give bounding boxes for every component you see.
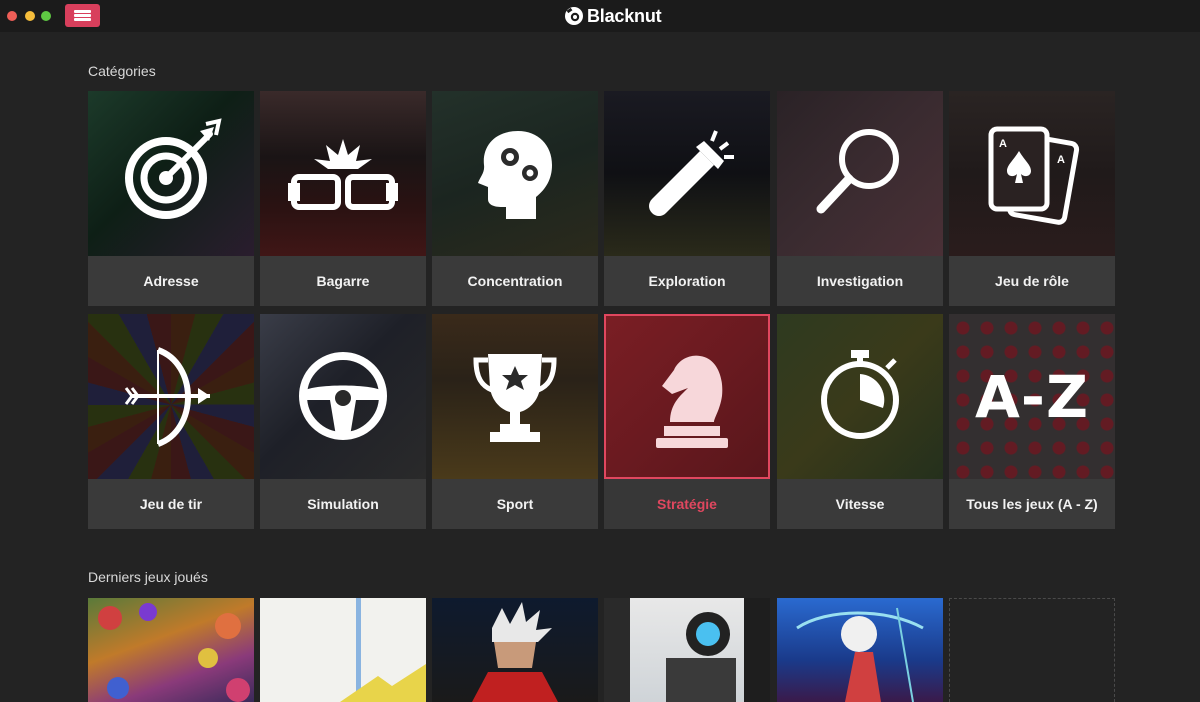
chess-knight-icon — [656, 355, 728, 448]
category-image — [88, 314, 254, 479]
game-artwork — [472, 602, 558, 702]
cards-icon: A A — [988, 126, 1080, 225]
category-tile-simulation[interactable]: Simulation — [260, 314, 426, 529]
game-artwork — [604, 598, 770, 702]
category-label: Stratégie — [604, 479, 770, 529]
category-tile-jeu-de-tir[interactable]: Jeu de tir — [88, 314, 254, 529]
menu-button[interactable] — [65, 4, 100, 27]
category-tile-bagarre[interactable]: Bagarre — [260, 91, 426, 306]
app-logo[interactable]: Blacknut — [564, 5, 662, 27]
category-image — [777, 91, 943, 256]
recent-game-thumbnail[interactable] — [604, 598, 770, 702]
blacknut-logo-icon — [565, 7, 583, 25]
game-artwork — [98, 603, 250, 702]
category-label: Adresse — [88, 256, 254, 306]
stopwatch-icon — [821, 350, 899, 439]
category-image — [604, 91, 770, 256]
category-label: Exploration — [604, 256, 770, 306]
category-tile-vitesse[interactable]: Vitesse — [777, 314, 943, 529]
category-image — [432, 314, 598, 479]
category-image — [260, 314, 426, 479]
recent-game-thumbnail[interactable] — [432, 598, 598, 702]
category-image — [604, 314, 770, 479]
recent-game-empty-slot — [949, 598, 1115, 702]
category-tile-tous-les-jeux[interactable]: A-Z Tous les jeux (A - Z) — [949, 314, 1115, 529]
category-label: Tous les jeux (A - Z) — [949, 479, 1115, 529]
app-title: Blacknut — [587, 5, 662, 26]
category-image: A-Z — [949, 314, 1115, 479]
category-tile-strategie[interactable]: Stratégie — [604, 314, 770, 529]
category-label: Sport — [432, 479, 598, 529]
recent-games-heading: Derniers jeux joués — [88, 569, 208, 585]
steering-wheel-icon — [299, 352, 387, 440]
category-image — [777, 314, 943, 479]
game-artwork — [796, 607, 924, 702]
category-label: Simulation — [260, 479, 426, 529]
categories-heading: Catégories — [88, 63, 156, 79]
category-tile-sport[interactable]: Sport — [432, 314, 598, 529]
svg-text:A: A — [1057, 154, 1065, 166]
category-tile-jeu-de-role[interactable]: A A Jeu de rôle — [949, 91, 1115, 306]
category-image — [432, 91, 598, 256]
bow-arrow-icon — [124, 347, 210, 447]
category-tile-investigation[interactable]: Investigation — [777, 91, 943, 306]
category-tile-concentration[interactable]: Concentration — [432, 91, 598, 306]
category-label: Investigation — [777, 256, 943, 306]
category-label: Bagarre — [260, 256, 426, 306]
target-icon — [125, 118, 222, 219]
category-label: Jeu de tir — [88, 479, 254, 529]
flashlight-icon — [649, 130, 734, 216]
recent-game-thumbnail[interactable] — [88, 598, 254, 702]
window-minimize-button[interactable] — [25, 11, 35, 21]
category-label: Concentration — [432, 256, 598, 306]
category-tile-adresse[interactable]: Adresse — [88, 91, 254, 306]
category-tile-exploration[interactable]: Exploration — [604, 91, 770, 306]
category-image: A A — [949, 91, 1115, 256]
game-artwork — [340, 598, 426, 702]
a-z-icon: A-Z — [974, 362, 1089, 431]
brain-gears-icon — [478, 131, 552, 219]
category-label: Jeu de rôle — [949, 256, 1115, 306]
trophy-icon — [473, 354, 557, 442]
category-image — [88, 91, 254, 256]
recent-game-thumbnail[interactable] — [260, 598, 426, 702]
window-zoom-button[interactable] — [41, 11, 51, 21]
window-close-button[interactable] — [7, 11, 17, 21]
magnifier-icon — [816, 129, 899, 214]
svg-text:A: A — [999, 138, 1007, 150]
fists-icon — [288, 139, 398, 210]
category-label: Vitesse — [777, 479, 943, 529]
recent-game-thumbnail[interactable] — [777, 598, 943, 702]
title-bar: Blacknut — [0, 0, 1200, 32]
category-image — [260, 91, 426, 256]
